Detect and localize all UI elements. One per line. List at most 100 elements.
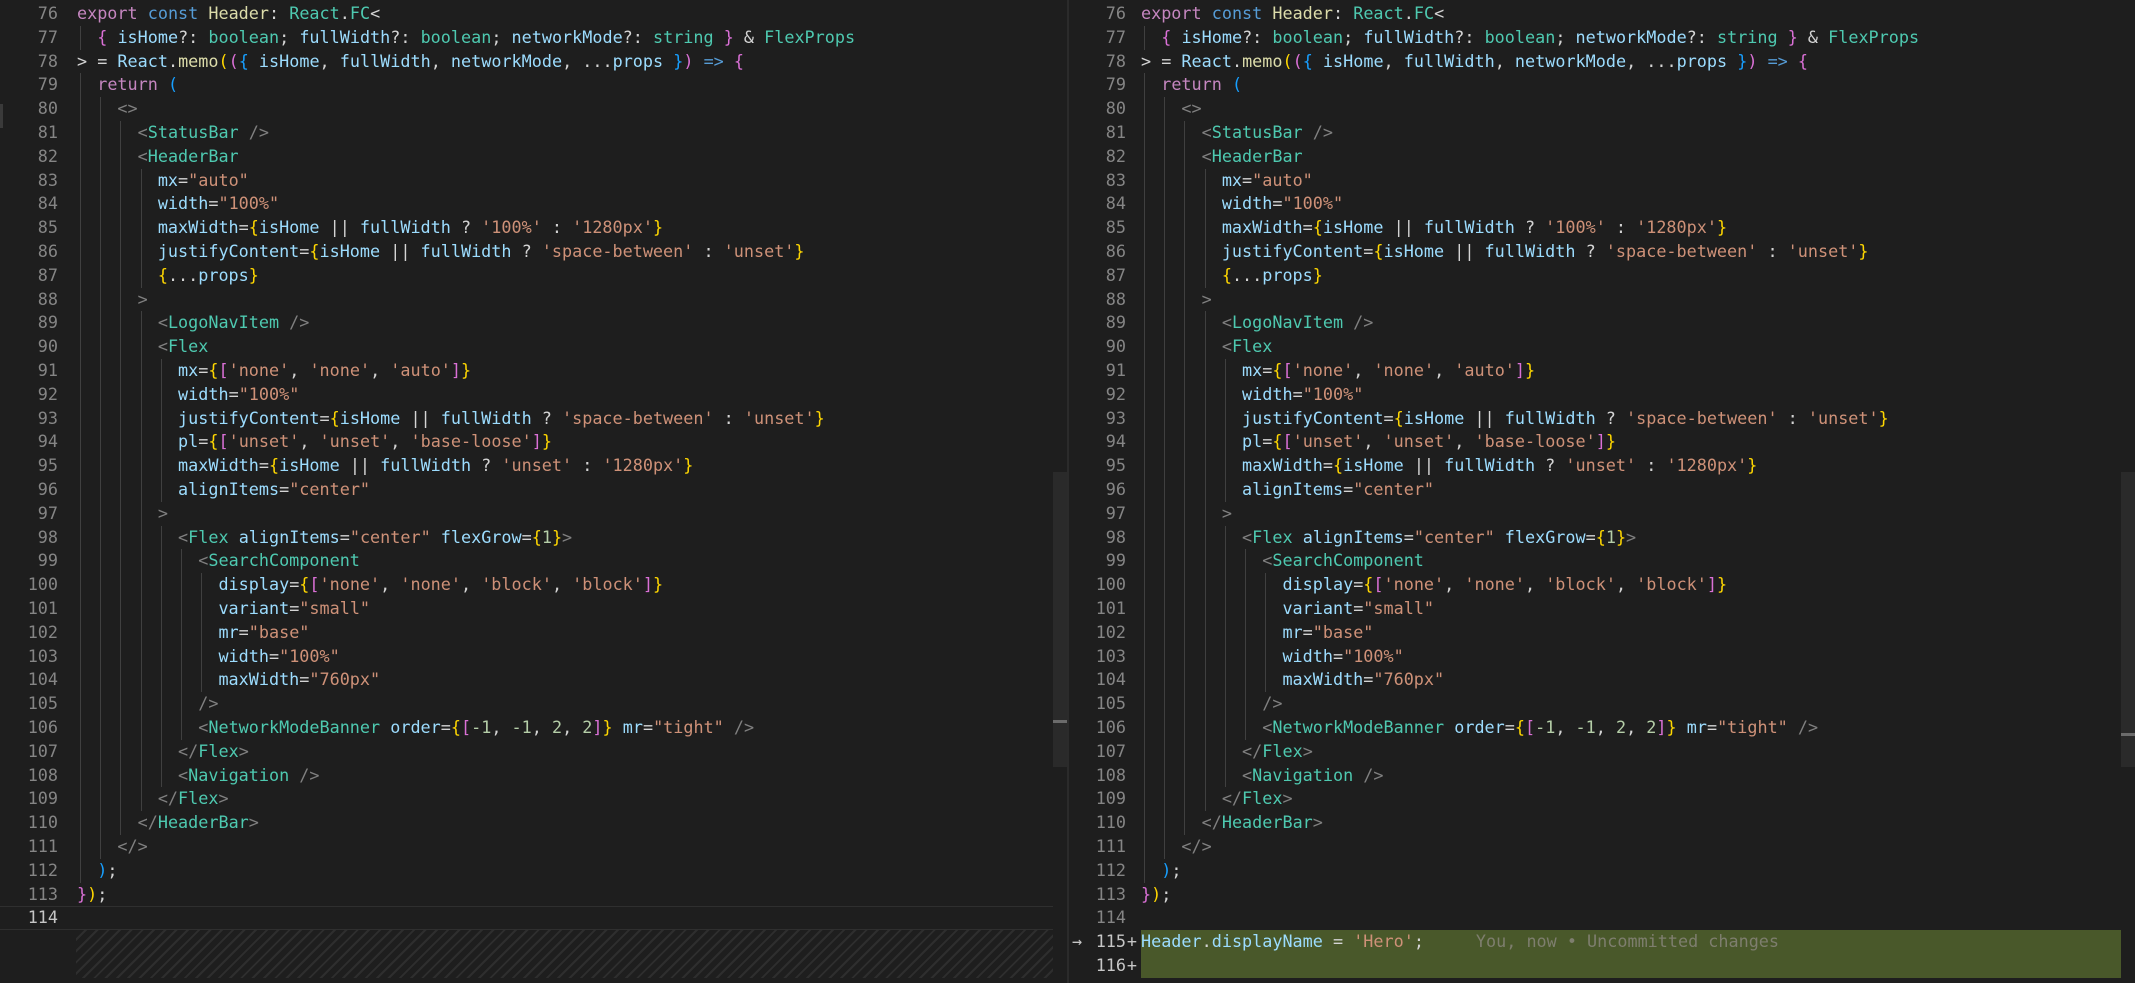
line-gutter[interactable]: 115 + →: [1069, 930, 1141, 954]
line-gutter[interactable]: 90: [0, 335, 76, 359]
code-line[interactable]: 77 { isHome?: boolean; fullWidth?: boole…: [1069, 25, 2135, 50]
scrollbar-thumb[interactable]: [2121, 472, 2135, 767]
code-line[interactable]: 111 </>: [0, 835, 1067, 859]
code-line[interactable]: 99 <SearchComponent: [1069, 549, 2135, 574]
line-gutter[interactable]: 85: [1069, 216, 1141, 240]
code-line[interactable]: 97 >: [0, 501, 1067, 526]
modified-pane[interactable]: 76 export const Header: React.FC< 77 { isH…: [1069, 0, 2135, 983]
line-gutter[interactable]: 116 +: [1069, 954, 1141, 978]
line-gutter[interactable]: 98: [1069, 526, 1141, 550]
code-line[interactable]: 82 <HeaderBar: [0, 144, 1067, 169]
code-line[interactable]: 87 {...props}: [0, 263, 1067, 288]
line-gutter[interactable]: 77: [1069, 26, 1141, 50]
code-line[interactable]: 81 <StatusBar />: [0, 121, 1067, 145]
line-gutter[interactable]: 95: [0, 454, 76, 478]
line-gutter[interactable]: 93: [1069, 407, 1141, 431]
line-gutter[interactable]: 80: [1069, 97, 1141, 121]
line-gutter[interactable]: 79: [1069, 73, 1141, 97]
code-line[interactable]: 115 + → Header.displayName = 'Hero'; You, no…: [1069, 930, 2135, 954]
code-line[interactable]: 78 > = React.memo(({ isHome, fullWidth, n…: [0, 50, 1067, 74]
line-gutter[interactable]: 104: [0, 668, 76, 692]
line-gutter[interactable]: 88: [1069, 288, 1141, 312]
code-line[interactable]: 102 mr="base": [1069, 620, 2135, 645]
line-gutter[interactable]: 95: [1069, 454, 1141, 478]
line-gutter[interactable]: 105: [1069, 692, 1141, 716]
line-gutter[interactable]: 82: [1069, 145, 1141, 169]
code-line[interactable]: 78 > = React.memo(({ isHome, fullWidth, n…: [1069, 50, 2135, 74]
code-line[interactable]: 97 >: [1069, 501, 2135, 526]
line-gutter[interactable]: 85: [0, 216, 76, 240]
line-gutter[interactable]: 103: [0, 645, 76, 669]
line-gutter[interactable]: 100: [1069, 573, 1141, 597]
line-gutter[interactable]: 86: [0, 240, 76, 264]
line-gutter[interactable]: 101: [1069, 597, 1141, 621]
code-line[interactable]: 86 justifyContent={isHome || fullWidth ?…: [1069, 240, 2135, 264]
line-gutter[interactable]: 111: [1069, 835, 1141, 859]
code-line[interactable]: 110 </HeaderBar>: [1069, 811, 2135, 835]
code-line[interactable]: 89 <LogoNavItem />: [0, 311, 1067, 336]
code-line[interactable]: 103 width="100%": [1069, 644, 2135, 669]
code-line[interactable]: 112 );: [1069, 858, 2135, 883]
code-line[interactable]: 85 maxWidth={isHome || fullWidth ? '100%…: [1069, 216, 2135, 240]
code-line[interactable]: 108 <Navigation />: [1069, 763, 2135, 788]
line-gutter[interactable]: 106: [1069, 716, 1141, 740]
code-line[interactable]: 83 mx="auto": [0, 168, 1067, 193]
line-gutter[interactable]: 89: [0, 311, 76, 335]
line-gutter[interactable]: 86: [1069, 240, 1141, 264]
line-gutter[interactable]: 87: [1069, 264, 1141, 288]
code-line[interactable]: 107 </Flex>: [1069, 739, 2135, 764]
code-line[interactable]: 88 >: [1069, 287, 2135, 312]
code-line[interactable]: 79 return (: [0, 73, 1067, 98]
line-gutter[interactable]: 100: [0, 573, 76, 597]
line-gutter[interactable]: 114: [1069, 906, 1141, 930]
code-line[interactable]: 113});: [1069, 883, 2135, 907]
line-gutter[interactable]: 92: [0, 383, 76, 407]
code-line[interactable]: 83 mx="auto": [1069, 168, 2135, 193]
line-gutter[interactable]: 110: [1069, 811, 1141, 835]
code-line[interactable]: 91 mx={['none', 'none', 'auto']}: [1069, 359, 2135, 383]
code-line[interactable]: 96 alignItems="center": [0, 478, 1067, 502]
code-line[interactable]: 76 export const Header: React.FC<: [1069, 2, 2135, 26]
code-line[interactable]: 87 {...props}: [1069, 263, 2135, 288]
line-gutter[interactable]: 113: [1069, 883, 1141, 907]
code-line[interactable]: 95 maxWidth={isHome || fullWidth ? 'unse…: [1069, 454, 2135, 478]
line-gutter[interactable]: 107: [1069, 740, 1141, 764]
code-line[interactable]: 102 mr="base": [0, 620, 1067, 645]
line-gutter[interactable]: 101: [0, 597, 76, 621]
code-line[interactable]: 80 <>: [0, 97, 1067, 121]
line-gutter[interactable]: 112: [1069, 859, 1141, 883]
line-gutter[interactable]: 96: [0, 478, 76, 502]
code-line[interactable]: 76 export const Header: React.FC<: [0, 2, 1067, 26]
original-pane[interactable]: 76 export const Header: React.FC< 77 { isH…: [0, 0, 1067, 983]
line-gutter[interactable]: 109: [0, 787, 76, 811]
line-gutter[interactable]: 91: [1069, 359, 1141, 383]
code-line[interactable]: 111 </>: [1069, 835, 2135, 859]
line-gutter[interactable]: 93: [0, 407, 76, 431]
code-line[interactable]: 106 <NetworkModeBanner order={[-1, -1, 2…: [0, 716, 1067, 740]
code-line[interactable]: 103 width="100%": [0, 644, 1067, 669]
code-line[interactable]: 108 <Navigation />: [0, 763, 1067, 788]
code-line[interactable]: 106 <NetworkModeBanner order={[-1, -1, 2…: [1069, 716, 2135, 740]
code-line[interactable]: 80 <>: [1069, 97, 2135, 121]
line-gutter[interactable]: 103: [1069, 645, 1141, 669]
line-gutter[interactable]: 90: [1069, 335, 1141, 359]
code-line[interactable]: 109 </Flex>: [1069, 787, 2135, 812]
line-gutter[interactable]: 87: [0, 264, 76, 288]
line-gutter[interactable]: 107: [0, 740, 76, 764]
code-line[interactable]: 113});: [0, 883, 1067, 907]
line-gutter[interactable]: 111: [0, 835, 76, 859]
code-line[interactable]: 94 pl={['unset', 'unset', 'base-loose']}: [0, 430, 1067, 455]
code-line[interactable]: 92 width="100%": [0, 382, 1067, 407]
line-gutter[interactable]: 82: [0, 145, 76, 169]
code-line[interactable]: 104 maxWidth="760px": [1069, 668, 2135, 693]
line-gutter[interactable]: 88: [0, 288, 76, 312]
line-gutter[interactable]: 99: [0, 549, 76, 573]
code-line[interactable]: 85 maxWidth={isHome || fullWidth ? '100%…: [0, 216, 1067, 240]
code-line[interactable]: 94 pl={['unset', 'unset', 'base-loose']}: [1069, 430, 2135, 455]
line-gutter[interactable]: 106: [0, 716, 76, 740]
code-line[interactable]: 112 );: [0, 858, 1067, 883]
line-gutter[interactable]: 77: [0, 26, 76, 50]
code-line[interactable]: 100 display={['none', 'none', 'block', '…: [0, 573, 1067, 597]
line-gutter[interactable]: 102: [1069, 621, 1141, 645]
line-gutter[interactable]: 99: [1069, 549, 1141, 573]
